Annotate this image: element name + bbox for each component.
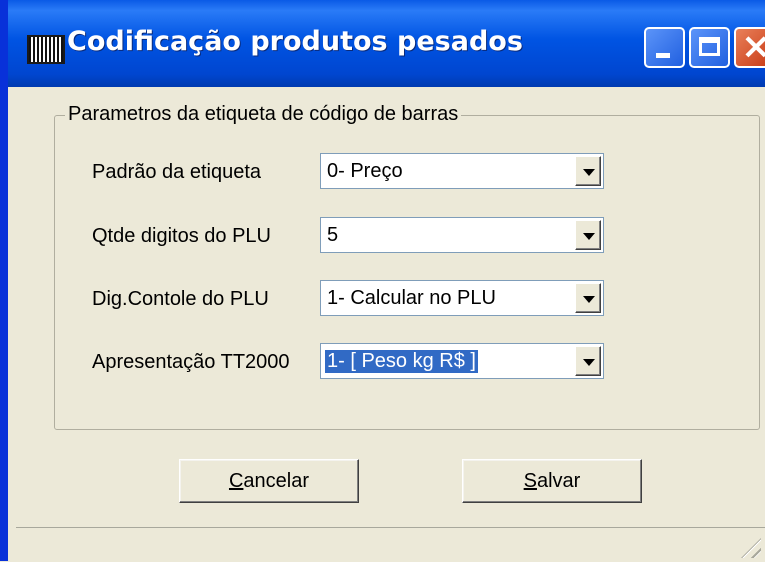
dialog-body: Parametros da etiqueta de código de barr…: [16, 87, 765, 562]
cancel-label: ancelar: [243, 470, 310, 492]
chevron-down-icon: [583, 169, 595, 176]
close-button[interactable]: ×: [734, 27, 765, 68]
save-label: alvar: [536, 470, 581, 492]
label-padrao-etiqueta: Padrão da etiqueta: [92, 161, 262, 183]
label-dig-controle: Dig.Contole do PLU: [92, 288, 269, 310]
dig-controle-select[interactable]: 1- Calcular no PLU: [320, 280, 604, 316]
dialog-window: Codificação produtos pesados × Parametro…: [0, 0, 765, 562]
window-title: Codificação produtos pesados: [67, 26, 523, 57]
group-legend: Parametros da etiqueta de código de barr…: [65, 103, 462, 126]
dropdown-button[interactable]: [575, 220, 601, 250]
qtde-digitos-select[interactable]: 5: [320, 217, 604, 253]
minimize-button[interactable]: [644, 27, 685, 68]
save-mnemonic: S: [523, 470, 537, 492]
apresentacao-select[interactable]: 1- [ Peso kg R$ ]: [320, 343, 604, 379]
select-value-highlighted: 1- [ Peso kg R$ ]: [325, 350, 478, 373]
padrao-etiqueta-select[interactable]: 0- Preço: [320, 153, 604, 189]
barcode-icon: [27, 35, 65, 64]
title-bar[interactable]: Codificação produtos pesados ×: [8, 0, 765, 87]
status-bar: [16, 527, 765, 562]
dropdown-button[interactable]: [575, 156, 601, 186]
dropdown-button[interactable]: [575, 283, 601, 313]
select-value: 1- Calcular no PLU: [327, 287, 496, 309]
cancel-button[interactable]: Cancelar: [179, 459, 359, 503]
close-icon: ×: [741, 26, 765, 67]
minimize-icon: [656, 53, 670, 58]
chevron-down-icon: [583, 359, 595, 366]
resize-grip-icon[interactable]: [741, 538, 761, 558]
cancel-mnemonic: C: [228, 470, 244, 492]
select-value: 0- Preço: [327, 160, 403, 182]
maximize-icon: [699, 37, 720, 56]
dropdown-button[interactable]: [575, 346, 601, 376]
label-apresentacao: Apresentação TT2000: [92, 351, 290, 373]
maximize-button[interactable]: [689, 27, 730, 68]
label-qtde-digitos: Qtde digitos do PLU: [92, 225, 271, 247]
chevron-down-icon: [583, 296, 595, 303]
save-button[interactable]: Salvar: [462, 459, 642, 503]
select-value: 5: [327, 224, 339, 246]
chevron-down-icon: [583, 233, 595, 240]
